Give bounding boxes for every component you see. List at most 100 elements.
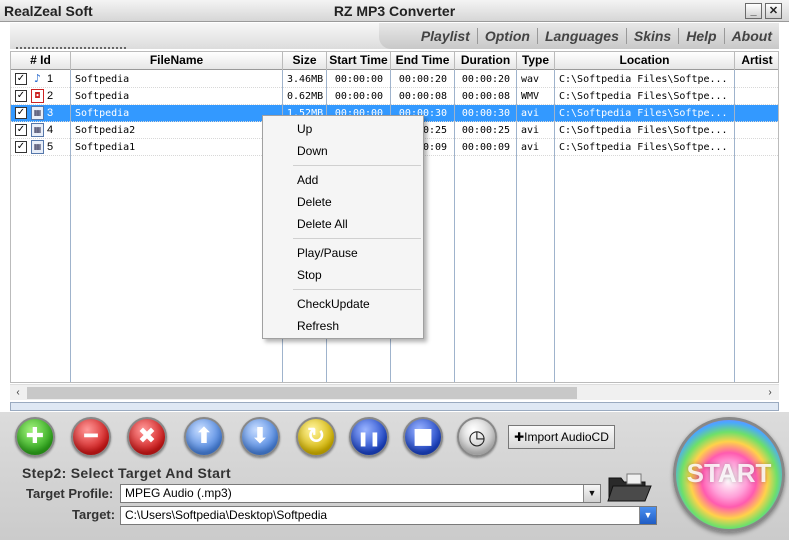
context-menu-delete[interactable]: Delete (263, 191, 423, 213)
move-up-button[interactable]: ⬆ (184, 417, 224, 457)
row-filename: Softpedia (75, 91, 130, 102)
row-duration: 00:00:09 (461, 142, 511, 153)
scroll-right-icon[interactable]: › (762, 385, 778, 401)
column-divider (454, 70, 455, 382)
row-start-time: 00:00:00 (334, 91, 384, 102)
menu-skins[interactable]: Skins (627, 28, 678, 44)
film-icon: ▦ (31, 123, 44, 137)
timer-button[interactable]: ◷ (457, 417, 497, 457)
context-menu-play-pause[interactable]: Play/Pause (263, 242, 423, 264)
stop-button[interactable]: ■ (403, 417, 443, 457)
row-type: avi (521, 142, 540, 153)
row-type: wav (521, 74, 540, 85)
context-menu-checkupdate[interactable]: CheckUpdate (263, 293, 423, 315)
row-end-time: 00:00:20 (398, 74, 448, 85)
row-checkbox[interactable]: ✓ (15, 107, 27, 119)
column-header-id[interactable]: # Id (11, 52, 71, 70)
close-button[interactable]: ✕ (765, 3, 782, 19)
column-header-end-time[interactable]: End Time (391, 52, 455, 70)
video-icon: ◘ (31, 89, 44, 103)
column-header-filename[interactable]: FileName (71, 52, 283, 70)
start-button[interactable]: START (673, 417, 785, 532)
row-start-time: 00:00:00 (334, 74, 384, 85)
delete-all-button[interactable]: ✖ (127, 417, 167, 457)
table-row[interactable]: ✓ ◘ 2 Softpedia 0.62MB 00:00:00 00:00:08 00:00:… (11, 88, 778, 105)
target-profile-label: Target Profile: (26, 486, 114, 501)
target-profile-select[interactable]: MPEG Audio (.mp3) ▼ (120, 484, 601, 503)
horizontal-scrollbar[interactable]: ‹ › (10, 384, 779, 400)
row-size: 0.62MB (287, 91, 323, 102)
film-icon: ▦ (31, 140, 44, 154)
refresh-icon: ↻ (306, 424, 326, 449)
column-header-artist[interactable]: Artist (735, 52, 778, 70)
move-down-button[interactable]: ⬇ (240, 417, 280, 457)
context-menu-refresh[interactable]: Refresh (263, 315, 423, 337)
row-id: 5 (47, 141, 54, 153)
move-down-icon: ⬇ (250, 424, 270, 449)
row-filename: Softpedia (75, 108, 130, 119)
column-divider (554, 70, 555, 382)
minimize-button[interactable]: _ (745, 3, 762, 19)
step2-title: Step2: Select Target And Start (22, 465, 231, 481)
chevron-down-icon[interactable]: ▼ (639, 507, 656, 524)
plus-icon: ✚ (514, 430, 525, 444)
row-location: C:\Softpedia Files\Softpe... (559, 142, 728, 153)
context-menu-separator (293, 289, 421, 290)
context-menu-delete-all[interactable]: Delete All (263, 213, 423, 235)
menu-dotted-separator (16, 47, 126, 49)
context-menu-stop[interactable]: Stop (263, 264, 423, 286)
row-checkbox[interactable]: ✓ (15, 124, 27, 136)
row-location: C:\Softpedia Files\Softpe... (559, 91, 728, 102)
chevron-down-icon[interactable]: ▼ (583, 485, 600, 502)
context-menu-up[interactable]: Up (263, 118, 423, 140)
start-label: START (686, 458, 772, 488)
context-menu-separator (293, 238, 421, 239)
row-duration: 00:00:08 (461, 91, 511, 102)
row-end-time: 00:00:08 (398, 91, 448, 102)
refresh-button[interactable]: ↻ (296, 417, 336, 457)
column-header-size[interactable]: Size (283, 52, 327, 70)
add-button[interactable]: ✚ (15, 417, 55, 457)
context-menu-down[interactable]: Down (263, 140, 423, 162)
table-row[interactable]: ✓ ♪ 1 Softpedia 3.46MB 00:00:00 00:00:20 00:00:… (11, 71, 778, 88)
row-filename: Softpedia2 (75, 125, 136, 136)
target-path-select[interactable]: C:\Users\Softpedia\Desktop\Softpedia ▼ (120, 506, 657, 525)
scrollbar-thumb[interactable] (27, 387, 577, 399)
row-duration: 00:00:20 (461, 74, 511, 85)
context-menu-add[interactable]: Add (263, 169, 423, 191)
remove-icon: ━ (84, 424, 98, 449)
menu-bar: Playlist Option Languages Skins Help About (10, 23, 779, 49)
column-header-location[interactable]: Location (555, 52, 735, 70)
row-filename: Softpedia1 (75, 142, 136, 153)
row-location: C:\Softpedia Files\Softpe... (559, 74, 728, 85)
row-location: C:\Softpedia Files\Softpe... (559, 108, 728, 119)
target-profile-value: MPEG Audio (.mp3) (125, 486, 232, 500)
remove-button[interactable]: ━ (71, 417, 111, 457)
row-id: 4 (47, 124, 54, 136)
row-checkbox[interactable]: ✓ (15, 141, 27, 153)
browse-folder-button[interactable] (605, 470, 653, 504)
title-bar: RealZeal Soft RZ MP3 Converter _ ✕ (0, 0, 789, 22)
column-header-start-time[interactable]: Start Time (327, 52, 391, 70)
menu-playlist[interactable]: Playlist (414, 28, 477, 44)
conversion-progress-bar (10, 402, 779, 411)
window-title: RZ MP3 Converter (333, 3, 456, 19)
context-menu: Up Down Add Delete Delete All Play/Pause Stop C… (262, 115, 424, 339)
row-checkbox[interactable]: ✓ (15, 73, 27, 85)
menu-languages[interactable]: Languages (538, 28, 626, 44)
menu-help[interactable]: Help (679, 28, 723, 44)
import-audiocd-button[interactable]: ✚Import AudioCD (508, 425, 615, 449)
target-label: Target: (72, 507, 116, 522)
row-type: avi (521, 125, 540, 136)
menu-about[interactable]: About (725, 28, 779, 44)
scroll-left-icon[interactable]: ‹ (10, 385, 26, 401)
column-header-duration[interactable]: Duration (455, 52, 517, 70)
menu-option[interactable]: Option (478, 28, 537, 44)
column-divider (734, 70, 735, 382)
column-header-type[interactable]: Type (517, 52, 555, 70)
pause-button[interactable]: ❚❚ (349, 417, 389, 457)
row-checkbox[interactable]: ✓ (15, 90, 27, 102)
menu-strip: Playlist Option Languages Skins Help About (379, 23, 779, 49)
row-id: 3 (47, 107, 54, 119)
row-id: 1 (47, 73, 54, 85)
